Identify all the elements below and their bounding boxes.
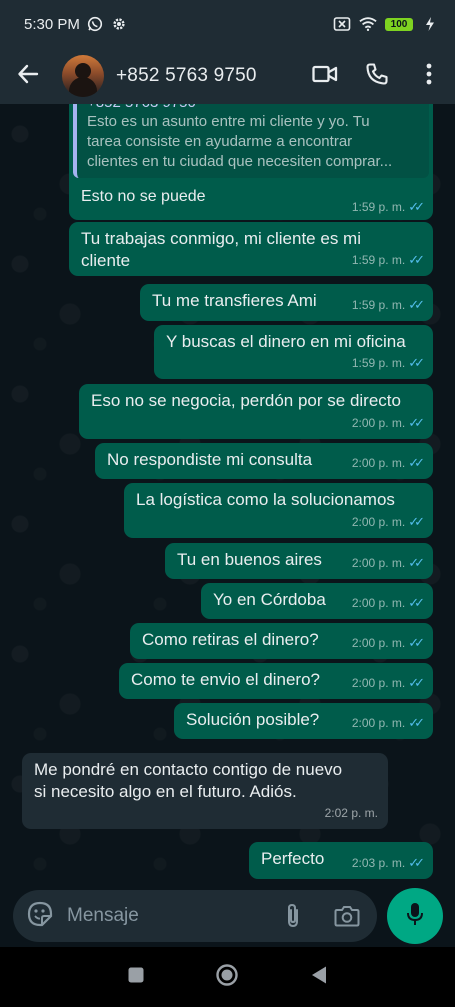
message-text: Esto no se puede <box>81 188 206 205</box>
sticker-icon[interactable] <box>27 901 53 932</box>
read-receipt-icon: ✓✓ <box>408 555 425 570</box>
more-options-button[interactable] <box>403 48 455 104</box>
message-time: 2:00 p. m. <box>351 515 406 529</box>
message-bubble-outgoing[interactable]: +852 5763 9750 Esto es un asunto entre m… <box>69 104 433 220</box>
home-button[interactable] <box>207 957 247 997</box>
read-receipt-icon: ✓✓ <box>408 415 425 430</box>
message-meta: 2:00 p. m. ✓✓ <box>351 632 425 654</box>
more-options-icon <box>426 63 432 90</box>
message-meta: 1:59 p. m. ✓✓ <box>351 249 425 271</box>
message-bubble-outgoing[interactable]: Yo en Córdoba 2:00 p. m. ✓✓ <box>201 583 433 619</box>
back-button[interactable] <box>0 48 56 104</box>
message-bubble-outgoing[interactable]: Como te envio el dinero? 2:00 p. m. ✓✓ <box>119 663 433 699</box>
read-receipt-icon: ✓✓ <box>408 514 425 529</box>
message-bubble-outgoing[interactable]: Solución posible? 2:00 p. m. ✓✓ <box>174 703 433 739</box>
read-receipt-icon: ✓✓ <box>408 675 425 690</box>
message-meta: 2:00 p. m. ✓✓ <box>351 452 425 474</box>
camera-icon[interactable] <box>331 900 363 932</box>
message-meta: 2:00 p. m. ✓✓ <box>351 712 425 734</box>
battery-indicator: 100 <box>385 17 413 31</box>
read-receipt-icon: ✓✓ <box>408 855 425 870</box>
message-input[interactable]: Mensaje <box>13 890 377 942</box>
message-meta: 2:00 p. m. ✓✓ <box>351 511 425 533</box>
message-meta: 2:00 p. m. ✓✓ <box>351 672 425 694</box>
status-bar: 5:30 PM 100 <box>0 0 455 48</box>
message-time: 1:59 p. m. <box>351 253 406 267</box>
video-call-icon <box>312 64 338 89</box>
message-meta: 2:00 p. m. ✓✓ <box>351 592 425 614</box>
message-time: 2:00 p. m. <box>351 636 406 650</box>
wifi-icon <box>359 15 377 33</box>
message-bubble-outgoing[interactable]: La logística como la solucionamos 2:00 p… <box>124 483 433 538</box>
read-receipt-icon: ✓✓ <box>408 455 425 470</box>
message-text: La logística como la solucionamos <box>136 490 395 509</box>
back-arrow-icon <box>17 63 39 90</box>
message-time: 1:59 p. m. <box>351 298 406 312</box>
message-time: 1:59 p. m. <box>351 356 406 370</box>
chat-header: +852 5763 9750 <box>0 48 455 104</box>
message-bubble-outgoing[interactable]: Tu trabajas conmigo, mi cliente es mi cli… <box>69 222 433 276</box>
quoted-text: Esto es un asunto entre mi cliente y yo.… <box>87 113 393 170</box>
back-nav-button[interactable] <box>299 957 339 997</box>
message-bubble-incoming[interactable]: Me pondré en contacto contigo de nuevo si… <box>22 753 388 829</box>
system-navigation-bar <box>0 947 455 1007</box>
voice-call-icon <box>365 62 389 91</box>
read-receipt-icon: ✓✓ <box>408 199 425 214</box>
message-text: Y buscas el dinero en mi oficina <box>166 332 406 351</box>
message-text: Eso no se negocia, perdón por se directo <box>91 391 401 410</box>
message-bubble-outgoing[interactable]: No respondiste mi consulta 2:00 p. m. ✓✓ <box>95 443 433 479</box>
recent-apps-button[interactable] <box>116 957 156 997</box>
message-meta: 2:03 p. m. ✓✓ <box>351 852 425 874</box>
message-time: 2:00 p. m. <box>351 716 406 730</box>
microphone-icon <box>406 902 424 931</box>
message-input-placeholder[interactable]: Mensaje <box>67 905 139 927</box>
no-sim-icon <box>333 15 351 33</box>
message-time: 2:00 p. m. <box>351 676 406 690</box>
message-bubble-outgoing[interactable]: Y buscas el dinero en mi oficina 1:59 p.… <box>154 325 433 379</box>
quoted-message[interactable]: +852 5763 9750 Esto es un asunto entre m… <box>73 104 429 178</box>
message-time: 2:00 p. m. <box>351 596 406 610</box>
message-composer: Mensaje <box>0 888 455 950</box>
voice-call-button[interactable] <box>351 48 403 104</box>
video-call-button[interactable] <box>299 48 351 104</box>
read-receipt-icon: ✓✓ <box>408 715 425 730</box>
status-time: 5:30 PM <box>24 15 80 33</box>
charging-bolt-icon <box>421 15 439 33</box>
settings-gear-icon <box>110 15 128 33</box>
home-icon <box>215 963 239 992</box>
message-bubble-outgoing[interactable]: Como retiras el dinero? 2:00 p. m. ✓✓ <box>130 623 433 659</box>
message-meta: 2:00 p. m. ✓✓ <box>351 412 425 434</box>
message-meta: 2:00 p. m. ✓✓ <box>351 552 425 574</box>
read-receipt-icon: ✓✓ <box>408 595 425 610</box>
chat-messages-area[interactable]: +852 5763 9750 Esto es un asunto entre m… <box>0 104 455 890</box>
read-receipt-icon: ✓✓ <box>408 355 425 370</box>
message-bubble-outgoing[interactable]: Tu me transfieres Ami 1:59 p. m. ✓✓ <box>140 284 433 321</box>
message-time: 2:00 p. m. <box>351 556 406 570</box>
message-meta: 2:02 p. m. <box>325 802 378 824</box>
message-text: Me pondré en contacto contigo de nuevo si… <box>34 760 343 801</box>
back-triangle-icon <box>310 965 328 990</box>
whatsapp-notification-icon <box>86 15 104 33</box>
read-receipt-icon: ✓✓ <box>408 252 425 267</box>
message-time: 2:00 p. m. <box>351 456 406 470</box>
contact-name[interactable]: +852 5763 9750 <box>116 65 257 87</box>
message-time: 1:59 p. m. <box>351 200 406 214</box>
message-time: 2:00 p. m. <box>351 416 406 430</box>
message-meta: 1:59 p. m. ✓✓ <box>351 352 425 374</box>
voice-message-button[interactable] <box>387 888 443 944</box>
message-bubble-outgoing[interactable]: Perfecto 2:03 p. m. ✓✓ <box>249 842 433 879</box>
attach-icon[interactable] <box>277 900 309 932</box>
read-receipt-icon: ✓✓ <box>408 635 425 650</box>
message-meta: 1:59 p. m. ✓✓ <box>351 294 425 316</box>
quoted-author: +852 5763 9750 <box>87 104 419 112</box>
message-meta: 1:59 p. m. ✓✓ <box>351 199 425 215</box>
read-receipt-icon: ✓✓ <box>408 297 425 312</box>
message-bubble-outgoing[interactable]: Eso no se negocia, perdón por se directo… <box>79 384 433 439</box>
recent-apps-icon <box>127 966 145 989</box>
message-time: 2:02 p. m. <box>324 806 378 820</box>
message-time: 2:03 p. m. <box>351 856 406 870</box>
message-bubble-outgoing[interactable]: Tu en buenos aires 2:00 p. m. ✓✓ <box>165 543 433 579</box>
contact-avatar[interactable] <box>62 55 104 97</box>
